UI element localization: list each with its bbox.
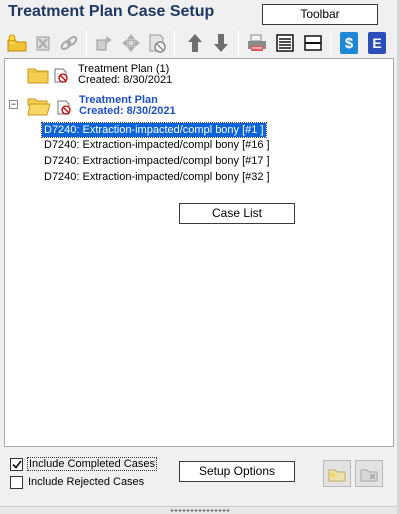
new-case-icon[interactable]: [4, 29, 30, 57]
toolbar-separator: [174, 30, 175, 56]
collapse-toggle[interactable]: −: [9, 100, 18, 109]
move-icon[interactable]: [92, 29, 118, 57]
tree-node-plan-2[interactable]: Treatment Plan Created: 8/30/2021: [27, 93, 217, 121]
new-folder-icon: [328, 469, 346, 481]
setup-options-button[interactable]: Setup Options: [179, 461, 295, 482]
procedure-item[interactable]: D7240: Extraction-impacted/compl bony [#…: [42, 170, 272, 184]
procedure-item[interactable]: D7240: Extraction-impacted/compl bony [#…: [42, 154, 272, 168]
arrange-icon[interactable]: [118, 29, 144, 57]
list-view-icon[interactable]: [272, 29, 298, 57]
grip-dots: [170, 509, 230, 512]
move-up-icon[interactable]: [182, 29, 208, 57]
case-list-button[interactable]: Case List: [179, 203, 295, 224]
resize-grip[interactable]: [0, 506, 400, 514]
case-tree[interactable]: Treatment Plan (1) Created: 8/30/2021 − …: [4, 58, 394, 447]
delete-case-icon[interactable]: [30, 29, 56, 57]
remove-case-button[interactable]: [355, 460, 383, 487]
svg-text:$: $: [345, 35, 354, 52]
include-completed-label: Include Completed Cases: [27, 457, 157, 471]
print-icon[interactable]: [244, 29, 270, 57]
reject-icon[interactable]: [144, 29, 170, 57]
open-folder-icon: [27, 98, 51, 116]
toolbar-separator: [238, 30, 239, 56]
rejected-doc-icon: [57, 100, 71, 115]
procedure-item[interactable]: D7240: Extraction-impacted/compl bony [#…: [42, 138, 272, 152]
include-rejected-option[interactable]: Include Rejected Cases: [10, 475, 144, 489]
include-completed-checkbox[interactable]: [10, 457, 23, 471]
dollar-icon[interactable]: $: [336, 29, 362, 57]
collapse-icon[interactable]: [300, 29, 326, 57]
delete-folder-icon: [360, 469, 378, 481]
e-icon[interactable]: E: [364, 29, 390, 57]
checkmark-icon: [11, 460, 22, 469]
svg-text:E: E: [372, 35, 381, 51]
link-icon[interactable]: [56, 29, 82, 57]
include-rejected-label: Include Rejected Cases: [28, 476, 145, 488]
move-down-icon[interactable]: [208, 29, 234, 57]
rejected-doc-icon: [54, 68, 68, 83]
toolbar-button[interactable]: Toolbar: [262, 4, 378, 25]
tree-node-date: Created: 8/30/2021: [79, 105, 176, 117]
folder-icon: [27, 68, 49, 84]
toolbar-separator: [86, 30, 87, 56]
add-case-button[interactable]: [323, 460, 351, 487]
include-rejected-checkbox[interactable]: [10, 475, 23, 489]
procedure-item[interactable]: D7240: Extraction-impacted/compl bony [#…: [41, 122, 267, 138]
tree-node-date: Created: 8/30/2021: [78, 74, 173, 86]
toolbar-separator: [330, 30, 331, 56]
tree-node-plan-1[interactable]: Treatment Plan (1) Created: 8/30/2021: [27, 61, 207, 89]
header: Treatment Plan Case Setup Toolbar: [0, 0, 400, 26]
include-completed-option[interactable]: Include Completed Cases: [10, 457, 157, 471]
page-title: Treatment Plan Case Setup: [8, 3, 215, 20]
icon-toolbar: $ E: [2, 28, 398, 58]
